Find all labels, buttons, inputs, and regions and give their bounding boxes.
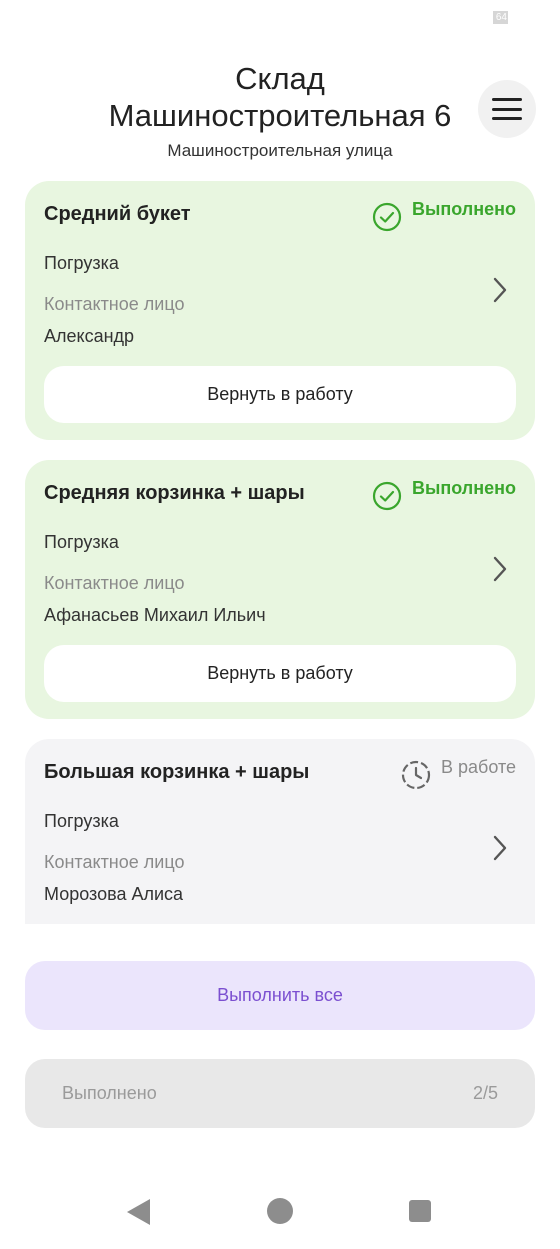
contact-name: Афанасьев Михаил Ильич — [44, 605, 266, 625]
order-name: Большая корзинка + шары — [44, 761, 310, 783]
order-card[interactable]: Средняя корзинка + шары Выполнено Погруз… — [25, 460, 535, 719]
title-line-2: Машиностроительная 6 — [108, 98, 452, 133]
return-to-work-button[interactable]: Вернуть в работу — [44, 366, 516, 423]
contact-label: Контактное лицо — [44, 573, 185, 593]
order-name: Средний букет — [44, 203, 191, 225]
hamburger-icon — [492, 98, 522, 120]
check-circle-icon — [372, 481, 402, 511]
operation-type: Погрузка — [44, 253, 119, 273]
status-badge: Выполнено — [372, 199, 516, 232]
check-circle-icon — [372, 202, 402, 232]
chevron-right-icon[interactable] — [490, 555, 510, 583]
return-to-work-button[interactable]: Вернуть в работу — [44, 645, 516, 702]
page-subtitle: Машиностроительная улица — [167, 141, 393, 160]
completed-progress-bar: Выполнено 2/5 — [25, 1059, 535, 1128]
operation-type: Погрузка — [44, 811, 119, 831]
completed-label: Выполнено — [62, 1083, 157, 1103]
back-icon[interactable] — [127, 1199, 150, 1225]
status-text: Выполнено — [412, 478, 516, 498]
battery-icon: 64 — [493, 11, 508, 24]
operation-type: Погрузка — [44, 532, 119, 552]
contact-name: Александр — [44, 326, 135, 346]
complete-all-button[interactable]: Выполнить все — [25, 961, 535, 1030]
status-badge: Выполнено — [372, 478, 516, 511]
title-line-1: Склад — [235, 61, 325, 96]
order-card[interactable]: Средний букет Выполнено Погрузка Контакт… — [25, 181, 535, 440]
contact-name: Морозова Алиса — [44, 884, 184, 904]
chevron-right-icon[interactable] — [490, 276, 510, 304]
recent-apps-icon[interactable] — [409, 1200, 431, 1222]
menu-button[interactable] — [478, 80, 536, 138]
status-badge: В работе — [401, 757, 516, 790]
order-name: Средняя корзинка + шары — [44, 482, 305, 504]
home-icon[interactable] — [267, 1198, 293, 1224]
status-text: В работе — [440, 757, 516, 777]
completed-count: 2/5 — [472, 1083, 498, 1103]
page-title: Склад Машиностроительная 6 — [0, 60, 560, 134]
clock-icon — [401, 760, 431, 790]
chevron-right-icon[interactable] — [490, 834, 510, 862]
system-navigation-bar — [0, 1196, 560, 1230]
contact-label: Контактное лицо — [44, 852, 185, 872]
order-card[interactable]: Большая корзинка + шары В работе Погрузк… — [25, 739, 535, 924]
page-header: Склад Машиностроительная 6 Машиностроите… — [0, 60, 560, 161]
status-text: Выполнено — [412, 199, 516, 219]
contact-label: Контактное лицо — [44, 294, 185, 314]
